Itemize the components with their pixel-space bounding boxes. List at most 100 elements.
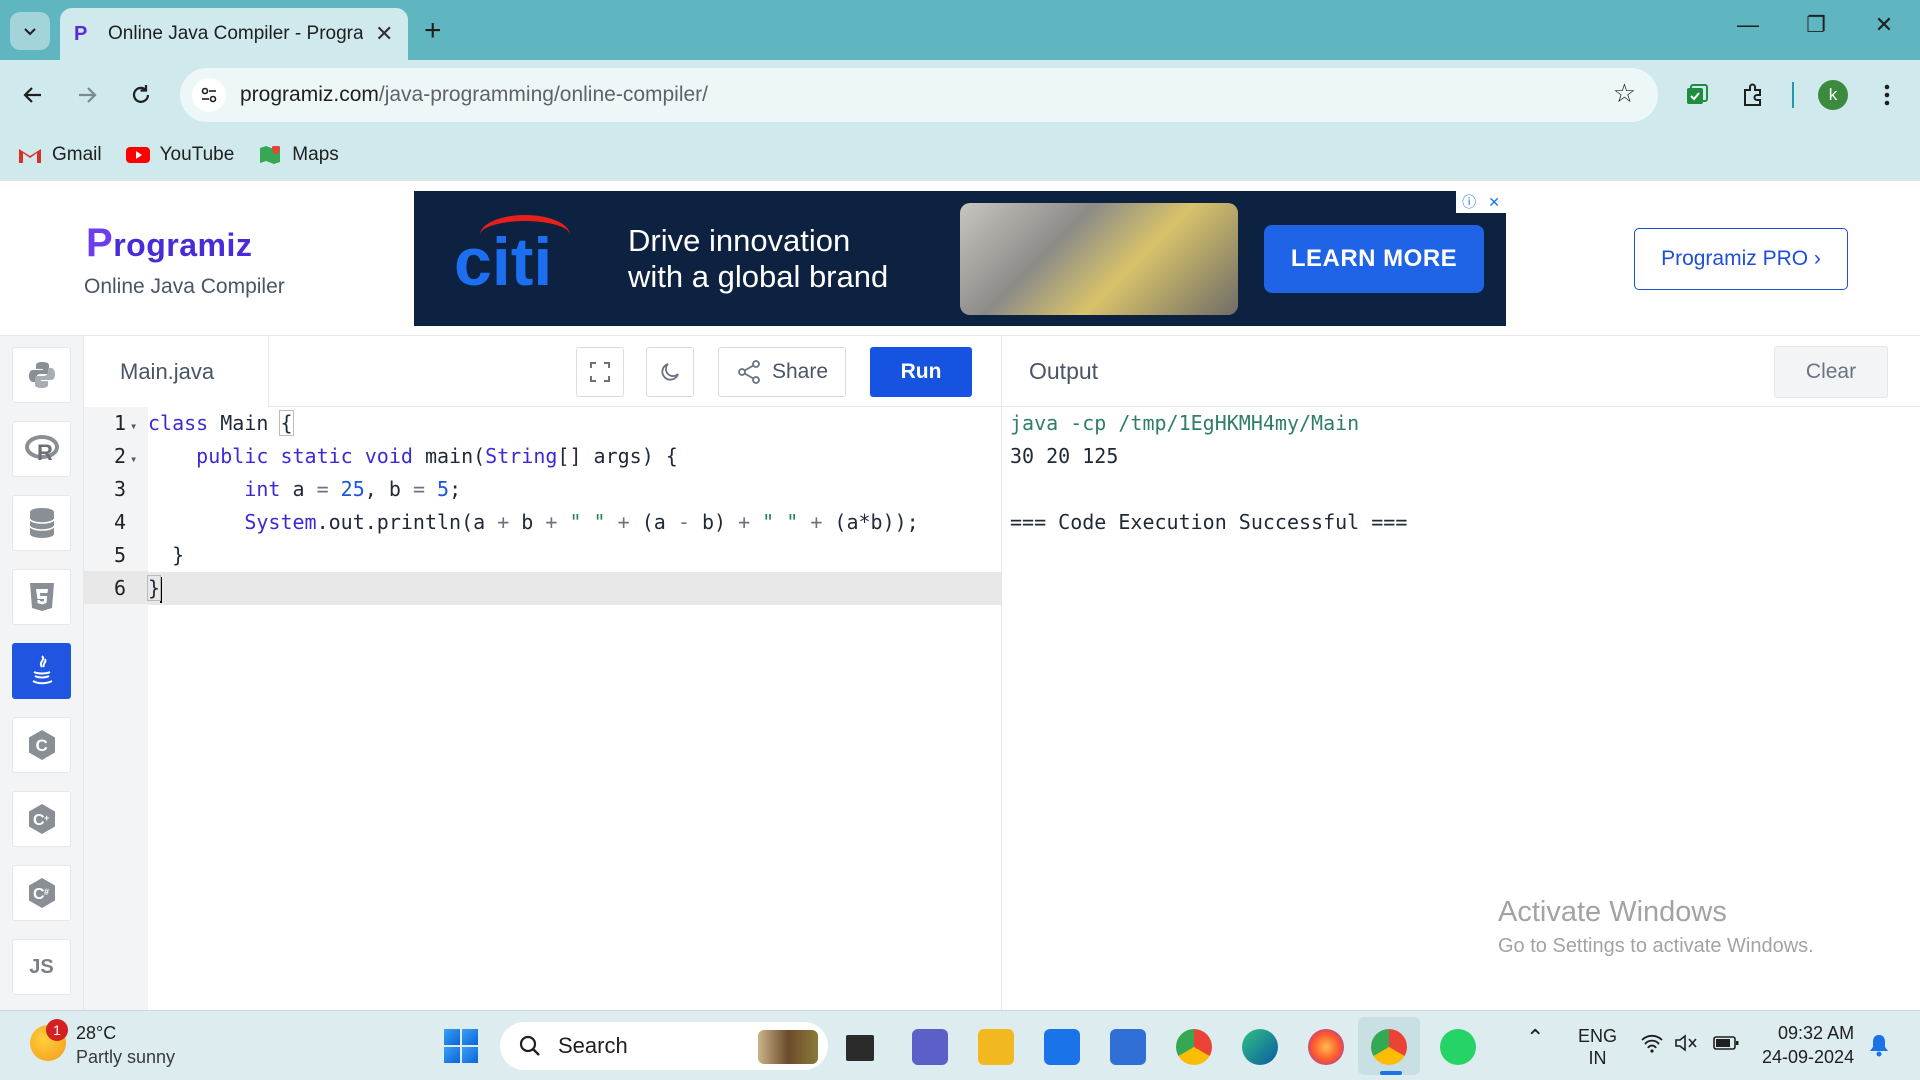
- bookmark-gmail[interactable]: Gmail: [18, 144, 102, 166]
- bookmark-youtube[interactable]: YouTube: [125, 144, 235, 166]
- mail-icon[interactable]: [1044, 1029, 1080, 1065]
- microsoft-store-icon[interactable]: [1110, 1029, 1146, 1065]
- lang-javascript-button[interactable]: JS: [12, 939, 71, 995]
- lang-cpp-button[interactable]: C +: [12, 791, 71, 847]
- reload-button[interactable]: [124, 78, 158, 112]
- browser-menu-button[interactable]: [1870, 78, 1904, 112]
- windows-logo-pane: [444, 1029, 460, 1045]
- html5-icon: [29, 583, 54, 611]
- search-highlight-image: [758, 1030, 818, 1064]
- windows-logo-pane: [462, 1029, 478, 1045]
- taskbar-search[interactable]: Search: [500, 1022, 828, 1070]
- tune-icon: [201, 87, 217, 103]
- ad-choices[interactable]: ⓘ ✕: [1456, 191, 1506, 213]
- code-editor[interactable]: class Main { public static void main(Str…: [146, 407, 1001, 1010]
- page-header: Programiz Online Java Compiler citi Driv…: [0, 180, 1920, 335]
- programiz-logo[interactable]: Programiz: [86, 221, 252, 266]
- extensions-button[interactable]: [1736, 78, 1770, 112]
- code-line: System.out.println(a + b + " " + (a - b)…: [244, 510, 919, 534]
- search-label: Search: [558, 1033, 628, 1058]
- fold-toggle-icon[interactable]: ▾: [130, 419, 137, 433]
- weather-temperature[interactable]: 28°C: [76, 1023, 116, 1044]
- extension-icon-green[interactable]: [1680, 78, 1714, 112]
- chrome-profile-icon[interactable]: [1371, 1029, 1407, 1065]
- programiz-pro-button[interactable]: Programiz PRO ›: [1634, 228, 1848, 290]
- page-subtitle: Online Java Compiler: [84, 275, 285, 298]
- teams-meet-icon[interactable]: [912, 1029, 948, 1065]
- back-button[interactable]: [16, 78, 50, 112]
- windows-logo-pane: [444, 1047, 460, 1063]
- close-window-button[interactable]: ✕: [1854, 12, 1914, 38]
- url-text: programiz.com/java-programming/online-co…: [240, 83, 708, 107]
- file-tab-main-java[interactable]: Main.java: [84, 336, 269, 408]
- lang-html-button[interactable]: [12, 569, 71, 625]
- bookmark-star-icon[interactable]: ☆: [1613, 78, 1636, 109]
- logo-text: rogramiz: [113, 227, 253, 263]
- file-explorer-icon[interactable]: [978, 1029, 1014, 1065]
- site-info-button[interactable]: [192, 78, 226, 112]
- edge-icon[interactable]: [1242, 1029, 1278, 1065]
- svg-text:+: +: [44, 813, 49, 823]
- ad-info-icon[interactable]: ⓘ: [1462, 192, 1476, 212]
- clock-date: 24-09-2024: [1762, 1047, 1855, 1067]
- line-number: 6: [114, 576, 127, 600]
- more-vertical-icon: [1884, 84, 1890, 106]
- notification-bell-icon[interactable]: [1868, 1033, 1890, 1062]
- tab-search-button[interactable]: [10, 12, 50, 50]
- system-clock[interactable]: 09:32 AM 24-09-2024: [1762, 1021, 1854, 1069]
- lang-c-button[interactable]: C: [12, 717, 71, 773]
- ad-close-icon[interactable]: ✕: [1488, 194, 1500, 211]
- clear-output-button[interactable]: Clear: [1774, 346, 1888, 398]
- profile-avatar[interactable]: k: [1818, 80, 1848, 110]
- chrome-icon[interactable]: [1176, 1029, 1212, 1065]
- logo-initial: P: [86, 221, 114, 265]
- line-number: 2 ▾: [114, 444, 138, 468]
- bookmark-maps[interactable]: Maps: [258, 144, 339, 166]
- share-button[interactable]: Share: [718, 347, 846, 397]
- citi-ad-banner[interactable]: citi Drive innovation with a global bran…: [414, 191, 1506, 326]
- forward-button[interactable]: [70, 78, 104, 112]
- arrow-left-icon: [23, 87, 41, 103]
- address-bar[interactable]: programiz.com/java-programming/online-co…: [180, 68, 1658, 122]
- c-lang-icon: C: [28, 730, 55, 760]
- lang-java-button[interactable]: [12, 643, 71, 699]
- bookmarks-bar: Gmail YouTube Maps: [0, 130, 1920, 180]
- tab-close-icon[interactable]: ✕: [375, 21, 393, 47]
- bookmark-label: Maps: [292, 144, 339, 165]
- fold-toggle-icon[interactable]: ▾: [130, 452, 137, 466]
- weather-badge: 1: [46, 1019, 68, 1041]
- input-language[interactable]: ENG IN: [1578, 1025, 1617, 1069]
- line-number: 3: [114, 477, 127, 501]
- dark-mode-toggle[interactable]: [646, 347, 694, 397]
- run-button[interactable]: Run: [870, 347, 972, 397]
- active-app-indicator: [1380, 1071, 1402, 1075]
- new-tab-button[interactable]: +: [424, 14, 442, 48]
- lang-r-button[interactable]: R: [12, 421, 71, 477]
- java-icon: [31, 655, 52, 685]
- volume-muted-icon[interactable]: [1674, 1033, 1700, 1058]
- bookmark-label: YouTube: [159, 144, 235, 165]
- weather-description[interactable]: Partly sunny: [76, 1047, 175, 1068]
- tab-title: Online Java Compiler - Programiz: [108, 23, 363, 44]
- lang-csharp-button[interactable]: C #: [12, 865, 71, 921]
- task-view-icon[interactable]: [846, 1035, 874, 1061]
- minimize-button[interactable]: —: [1718, 12, 1778, 38]
- lang-python-button[interactable]: [12, 347, 71, 403]
- wifi-icon[interactable]: [1640, 1033, 1664, 1058]
- restore-button[interactable]: ❐: [1786, 12, 1846, 38]
- ad-photo: [960, 203, 1238, 315]
- whatsapp-icon[interactable]: [1440, 1029, 1476, 1065]
- browser-toolbar: programiz.com/java-programming/online-co…: [0, 60, 1920, 130]
- output-result-line: 30 20 125: [1010, 444, 1119, 468]
- learn-more-button[interactable]: LEARN MORE: [1264, 225, 1484, 293]
- lang-sql-button[interactable]: [12, 495, 71, 551]
- python-icon: [28, 362, 55, 388]
- watermark-subtitle: Go to Settings to activate Windows.: [1498, 935, 1814, 957]
- show-hidden-icons-chevron-up-icon[interactable]: ⌃: [1526, 1025, 1544, 1051]
- firefox-icon[interactable]: [1308, 1029, 1344, 1065]
- activate-windows-watermark: Activate Windows Go to Settings to activ…: [1498, 896, 1814, 958]
- battery-icon[interactable]: [1712, 1033, 1740, 1058]
- start-button[interactable]: [444, 1029, 478, 1063]
- browser-tab-active[interactable]: P Online Java Compiler - Programiz ✕: [60, 8, 408, 60]
- fullscreen-button[interactable]: [576, 347, 624, 397]
